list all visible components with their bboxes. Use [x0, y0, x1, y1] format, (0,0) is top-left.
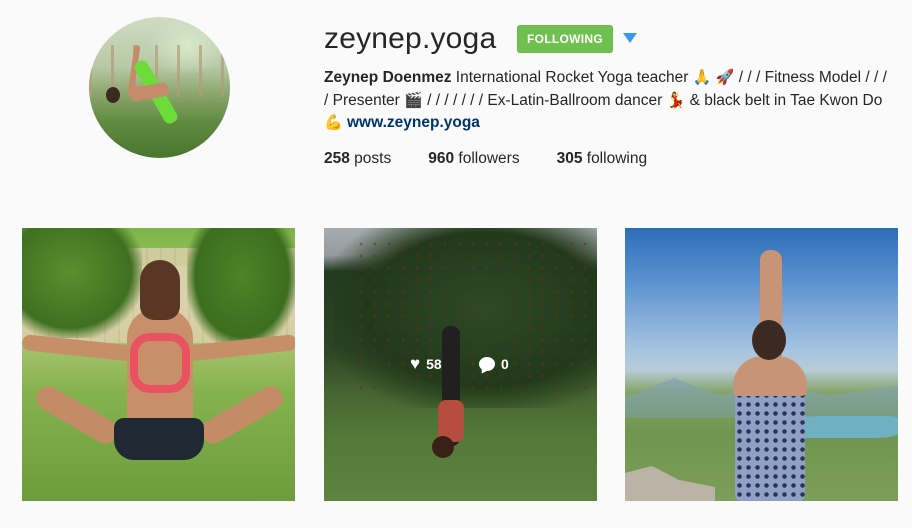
rocket-icon: 🚀 [715, 69, 735, 86]
bio-text-3: / / / / / / / Ex-Latin-Ballroom dancer [422, 91, 667, 109]
post-thumbnail-1[interactable] [22, 228, 295, 501]
following-count: 305 [556, 150, 583, 167]
following-stat[interactable]: 305 following [557, 150, 648, 168]
chevron-down-icon[interactable] [623, 33, 637, 43]
hover-overlay [324, 228, 597, 501]
photo-person-hair [140, 260, 180, 320]
profile-bio: Zeynep Doenmez International Rocket Yoga… [324, 67, 894, 135]
profile-avatar[interactable] [89, 17, 230, 158]
photo-tree [22, 228, 142, 338]
bio-website-link[interactable]: www.zeynep.yoga [347, 114, 480, 131]
heart-icon: ♥ [410, 354, 421, 373]
bio-name: Zeynep Doenmez [324, 69, 452, 86]
bio-text-1: International Rocket Yoga teacher [451, 69, 693, 86]
followers-stat[interactable]: 960 followers [428, 150, 519, 168]
photo-person-leg [197, 382, 287, 448]
photo-tree [187, 228, 295, 348]
comment-icon [479, 357, 495, 371]
following-button[interactable]: FOLLOWING [517, 25, 613, 53]
likes-count: 58 [426, 356, 442, 372]
praying-hands-icon: 🙏 [692, 69, 712, 86]
post-thumbnail-2[interactable]: ♥ 58 0 [324, 228, 597, 501]
photo-rock [625, 466, 715, 501]
likes-overlay: ♥ 58 [410, 354, 442, 373]
comments-count: 0 [501, 356, 509, 372]
posts-count: 258 [324, 150, 350, 167]
avatar-person-head [106, 87, 120, 103]
dancer-icon: 💃 [666, 91, 686, 109]
flexed-biceps-icon: 💪 [324, 114, 343, 131]
following-label: following [582, 150, 648, 167]
photo-person-top [130, 333, 190, 393]
followers-count: 960 [428, 150, 455, 167]
comments-overlay: 0 [479, 356, 509, 372]
profile-stats: 258 posts 960 followers 305 following [324, 150, 684, 168]
photo-person-shorts [114, 418, 204, 460]
clapperboard-icon: 🎬 [404, 91, 423, 109]
followers-label: followers [454, 150, 520, 167]
photo-person-leg [32, 382, 122, 448]
photo-person-head [752, 320, 786, 360]
profile-username: zeynep.yoga [324, 22, 497, 55]
bio-text-4: & black belt in Tae Kwon Do [685, 91, 883, 109]
posts-label: posts [349, 150, 392, 167]
post-thumbnail-3[interactable] [625, 228, 898, 501]
posts-stat: 258 posts [324, 150, 391, 168]
photo-person-arms [760, 250, 782, 380]
